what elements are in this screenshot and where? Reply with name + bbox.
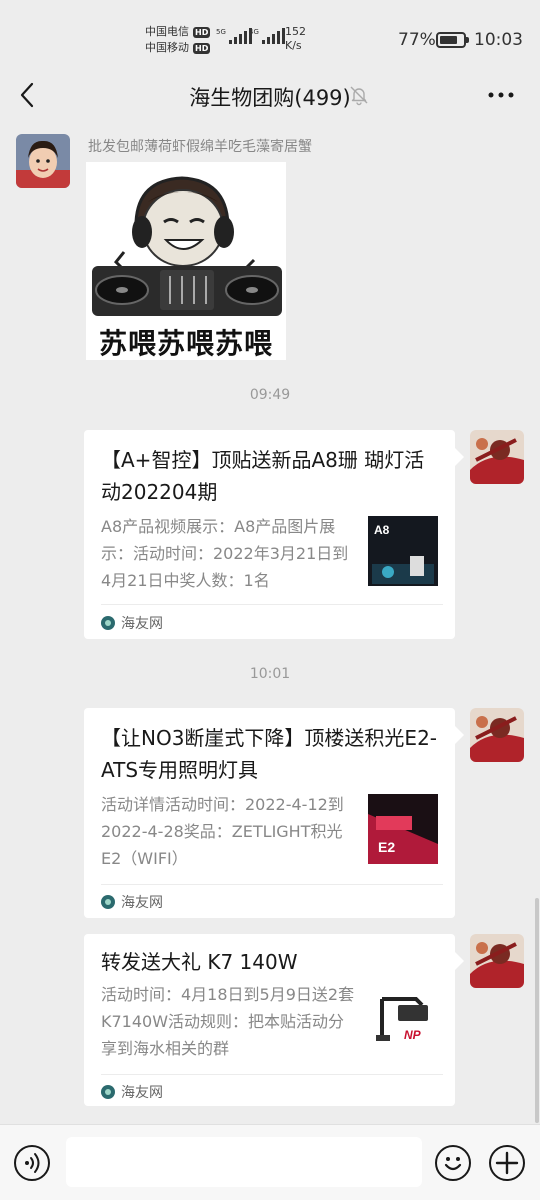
source-logo-icon bbox=[101, 616, 115, 630]
speed-unit: K/s bbox=[285, 39, 302, 52]
plus-icon bbox=[495, 1151, 519, 1175]
article-title-2: 【让NO3断崖式下降】顶楼送积光E2-ATS专用照明灯具 bbox=[101, 726, 438, 782]
message-input[interactable] bbox=[66, 1137, 422, 1187]
sticker-image[interactable]: 苏喂苏喂苏喂 bbox=[86, 162, 286, 360]
emoji-icon bbox=[444, 1157, 462, 1171]
timestamp-2: 10:01 bbox=[249, 666, 291, 682]
bell-off-icon bbox=[350, 86, 368, 106]
chat-header: 海生物团购(499) bbox=[0, 70, 540, 122]
article-thumb-1: A8 bbox=[368, 516, 438, 586]
carrier-1: 中国电信 bbox=[145, 25, 189, 38]
carrier-info: 中国电信 HD 中国移动 HD bbox=[145, 24, 211, 56]
voice-icon bbox=[25, 1153, 40, 1173]
source-logo-icon bbox=[101, 895, 115, 909]
network-speed: 152 K/s bbox=[285, 25, 306, 53]
voice-button[interactable] bbox=[14, 1145, 50, 1181]
signal-4g-icon: 4G bbox=[249, 28, 285, 44]
source-name-1: 海友网 bbox=[121, 616, 163, 632]
thumb-text-2: E2 bbox=[378, 839, 395, 855]
thumb-text-3: NP bbox=[404, 1028, 422, 1042]
my-avatar[interactable] bbox=[470, 430, 524, 484]
more-functions-button[interactable] bbox=[489, 1145, 525, 1181]
chat-scrollbar[interactable] bbox=[535, 898, 539, 1123]
article-card-3[interactable]: 转发送大礼 K7 140W 活动时间：4月18日到5月9日送2套K7140W活动… bbox=[84, 934, 464, 1106]
article-desc-2: 活动详情活动时间：2022-4-12到2022-4-28奖品：ZETLIGHT积… bbox=[101, 795, 344, 868]
emoji-button[interactable] bbox=[435, 1145, 471, 1181]
status-clock: 10:03 bbox=[474, 30, 523, 50]
sticker-caption: 苏喂苏喂苏喂 bbox=[98, 327, 273, 360]
article-desc-3: 活动时间：4月18日到5月9日送2套K7140W活动规则：把本贴活动分享到海水相… bbox=[101, 985, 355, 1058]
battery-icon bbox=[436, 32, 469, 48]
carrier-2: 中国移动 bbox=[145, 41, 189, 54]
net-label-4g: 4G bbox=[249, 28, 259, 36]
speed-value: 152 bbox=[285, 25, 306, 38]
article-source-1: 海友网 bbox=[101, 613, 163, 633]
article-card-2[interactable]: 【让NO3断崖式下降】顶楼送积光E2-ATS专用照明灯具 活动详情活动时间：20… bbox=[84, 708, 464, 918]
more-horizontal-icon[interactable] bbox=[486, 84, 516, 106]
dj-meme-illustration bbox=[92, 176, 282, 316]
sender-avatar[interactable] bbox=[16, 134, 70, 188]
status-bar: 中国电信 HD 中国移动 HD 5G 4G 152 K/s 77% 10:03 bbox=[0, 0, 540, 70]
thumb-text-1: A8 bbox=[374, 523, 390, 537]
message-input-bar bbox=[0, 1124, 540, 1200]
source-name-2: 海友网 bbox=[121, 895, 163, 911]
chat-title: 海生物团购(499) bbox=[189, 86, 351, 110]
sender-name: 批发包邮薄荷虾假绵羊吃毛藻寄居蟹 bbox=[88, 139, 312, 155]
source-name-3: 海友网 bbox=[121, 1085, 163, 1101]
article-thumb-3: NP bbox=[368, 987, 438, 1057]
battery-percent: 77% bbox=[398, 30, 436, 50]
signal-5g-icon: 5G bbox=[216, 28, 252, 44]
article-thumb-2: E2 bbox=[368, 794, 438, 864]
article-source-3: 海友网 bbox=[101, 1082, 163, 1102]
my-avatar[interactable] bbox=[470, 708, 524, 762]
hd-badge-2: HD bbox=[193, 42, 211, 54]
my-avatar[interactable] bbox=[470, 934, 524, 988]
article-source-2: 海友网 bbox=[101, 892, 163, 912]
article-title-1: 【A+智控】顶贴送新品A8珊 瑚灯活动202204期 bbox=[101, 448, 425, 504]
net-label-5g: 5G bbox=[216, 28, 226, 36]
timestamp-1: 09:49 bbox=[249, 387, 291, 403]
source-logo-icon bbox=[101, 1085, 115, 1099]
hd-badge-1: HD bbox=[193, 26, 211, 38]
article-desc-1: A8产品视频展示：A8产品图片展示：活动时间：2022年3月21日到4月21日中… bbox=[101, 517, 349, 590]
article-card-1[interactable]: 【A+智控】顶贴送新品A8珊 瑚灯活动202204期 A8产品视频展示：A8产品… bbox=[84, 430, 464, 639]
article-title-3: 转发送大礼 K7 140W bbox=[101, 950, 298, 974]
